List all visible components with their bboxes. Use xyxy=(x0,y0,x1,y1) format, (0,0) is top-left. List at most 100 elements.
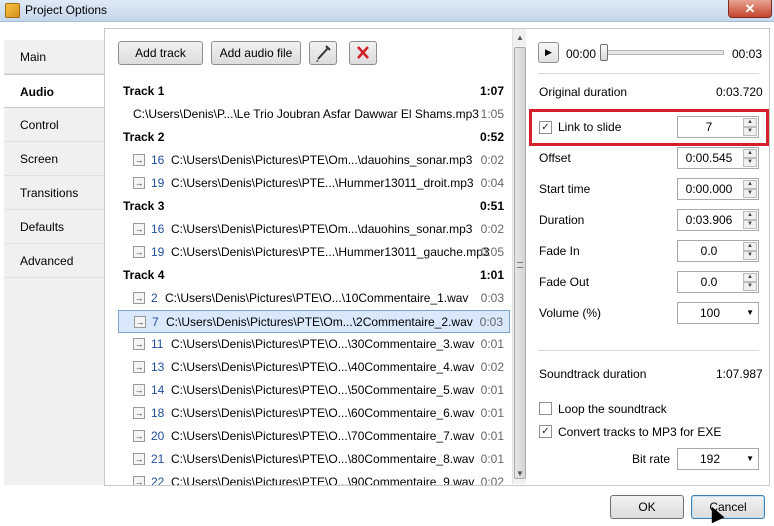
link-to-slide-checkbox[interactable]: ✓ xyxy=(539,121,552,134)
tab-control[interactable]: Control xyxy=(4,108,104,142)
cancel-button[interactable]: Cancel xyxy=(691,495,765,519)
spin-down-icon[interactable]: ▼ xyxy=(743,251,757,260)
bit-rate-label: Bit rate xyxy=(632,452,671,466)
fade-out-label: Fade Out xyxy=(539,275,590,289)
list-scrollbar[interactable]: ▲ ▼ xyxy=(512,29,526,484)
tab-defaults[interactable]: Defaults xyxy=(4,210,104,244)
volume-select[interactable]: 100 ▼ xyxy=(677,302,759,324)
file-duration: 0:01 xyxy=(480,429,504,443)
scroll-down-icon[interactable]: ▼ xyxy=(514,467,526,481)
slide-number: 19 xyxy=(151,176,165,190)
divider xyxy=(538,73,759,74)
scroll-thumb[interactable] xyxy=(514,47,526,479)
fade-in-input[interactable]: 0.0 ▲ ▼ xyxy=(677,240,759,262)
file-path: C:\Users\Denis\Pictures\PTE\Om...\2Comme… xyxy=(166,315,473,329)
close-button[interactable]: ✕ xyxy=(728,0,772,18)
slide-number: 7 xyxy=(152,315,159,329)
track-duration: 1:01 xyxy=(479,268,504,282)
edit-button[interactable] xyxy=(309,41,337,65)
seek-track[interactable] xyxy=(604,50,724,55)
slide-number: 13 xyxy=(151,360,165,374)
list-item[interactable]: → 2 C:\Users\Denis\Pictures\PTE\O...\10C… xyxy=(118,287,510,310)
file-path: C:\Users\Denis\Pictures\PTE...\Hummer130… xyxy=(171,245,490,259)
track-name: Track 3 xyxy=(123,199,165,213)
list-item[interactable]: → 16 C:\Users\Denis\Pictures\PTE\Om...\d… xyxy=(118,149,510,172)
spin-down-icon[interactable]: ▼ xyxy=(743,282,757,291)
add-track-button[interactable]: Add track xyxy=(118,41,203,65)
arrow-right-icon: → xyxy=(133,476,145,485)
slide-number: 2 xyxy=(151,291,158,305)
link-slide-input[interactable]: 7 ▲ ▼ xyxy=(677,116,759,138)
list-item[interactable]: → 19 C:\Users\Denis\Pictures\PTE...\Humm… xyxy=(118,172,510,195)
list-item[interactable]: C:\Users\Denis\P...\Le Trio Joubran Asfa… xyxy=(118,103,510,126)
track-header[interactable]: Track 1 1:07 xyxy=(118,80,510,103)
start-time-input[interactable]: 0:00.000 ▲ ▼ xyxy=(677,178,759,200)
track-header[interactable]: Track 2 0:52 xyxy=(118,126,510,149)
list-item[interactable]: → 16 C:\Users\Denis\Pictures\PTE\Om...\d… xyxy=(118,218,510,241)
file-duration: 0:05 xyxy=(480,245,504,259)
file-path: C:\Users\Denis\P...\Le Trio Joubran Asfa… xyxy=(133,107,479,121)
track-header[interactable]: Track 3 0:51 xyxy=(118,195,510,218)
loop-soundtrack-checkbox[interactable] xyxy=(539,402,552,415)
list-item[interactable]: → 14 C:\Users\Denis\Pictures\PTE\O...\50… xyxy=(118,379,510,402)
file-duration: 1:05 xyxy=(480,107,504,121)
arrow-right-icon: → xyxy=(133,177,145,189)
volume-label: Volume (%) xyxy=(539,306,602,320)
list-item[interactable]: → 22 C:\Users\Denis\Pictures\PTE\O...\90… xyxy=(118,471,510,485)
window-title: Project Options xyxy=(25,3,108,17)
file-duration: 0:04 xyxy=(480,176,504,190)
ok-button[interactable]: OK xyxy=(610,495,684,519)
tab-advanced[interactable]: Advanced xyxy=(4,244,104,278)
tab-transitions[interactable]: Transitions xyxy=(4,176,104,210)
slide-number: 22 xyxy=(151,475,165,485)
scroll-up-icon[interactable]: ▲ xyxy=(514,31,526,45)
play-button[interactable]: ▶ xyxy=(538,42,559,63)
soundtrack-duration-label: Soundtrack duration xyxy=(539,367,647,381)
duration-input[interactable]: 0:03.906 ▲ ▼ xyxy=(677,209,759,231)
spin-up-icon[interactable]: ▲ xyxy=(743,211,757,220)
spin-up-icon[interactable]: ▲ xyxy=(743,180,757,189)
convert-mp3-checkbox[interactable]: ✓ xyxy=(539,425,552,438)
file-path: C:\Users\Denis\Pictures\PTE\O...\10Comme… xyxy=(165,291,469,305)
spin-up-icon[interactable]: ▲ xyxy=(743,118,757,127)
spin-up-icon[interactable]: ▲ xyxy=(743,149,757,158)
spin-down-icon[interactable]: ▼ xyxy=(743,220,757,229)
list-item[interactable]: → 19 C:\Users\Denis\Pictures\PTE...\Humm… xyxy=(118,241,510,264)
seek-thumb[interactable] xyxy=(600,44,608,61)
spin-up-icon[interactable]: ▲ xyxy=(743,242,757,251)
pencil-icon xyxy=(316,45,331,62)
slide-number: 16 xyxy=(151,153,165,167)
original-duration-value: 0:03.720 xyxy=(716,85,763,99)
spin-down-icon[interactable]: ▼ xyxy=(743,127,757,136)
slide-number: 20 xyxy=(151,429,165,443)
list-item[interactable]: → 21 C:\Users\Denis\Pictures\PTE\O...\80… xyxy=(118,448,510,471)
track-header[interactable]: Track 4 1:01 xyxy=(118,264,510,287)
chevron-down-icon: ▼ xyxy=(746,308,754,317)
tab-main[interactable]: Main xyxy=(4,40,104,74)
fade-out-value: 0.0 xyxy=(700,275,718,289)
play-icon: ▶ xyxy=(545,47,552,57)
add-audio-file-button[interactable]: Add audio file xyxy=(211,41,301,65)
soundtrack-duration-value: 1:07.987 xyxy=(716,367,763,381)
list-item[interactable]: → 20 C:\Users\Denis\Pictures\PTE\O...\70… xyxy=(118,425,510,448)
spin-up-icon[interactable]: ▲ xyxy=(743,273,757,282)
delete-button[interactable] xyxy=(349,41,377,65)
fade-out-input[interactable]: 0.0 ▲ ▼ xyxy=(677,271,759,293)
bit-rate-select[interactable]: 192 ▼ xyxy=(677,448,759,470)
end-time: 00:03 xyxy=(732,47,763,61)
offset-input[interactable]: 0:00.545 ▲ ▼ xyxy=(677,147,759,169)
arrow-right-icon: → xyxy=(133,246,145,258)
file-path: C:\Users\Denis\Pictures\PTE\O...\50Comme… xyxy=(171,383,475,397)
tab-screen[interactable]: Screen xyxy=(4,142,104,176)
file-path: C:\Users\Denis\Pictures\PTE\O...\90Comme… xyxy=(171,475,475,485)
app-icon xyxy=(5,3,20,18)
spin-down-icon[interactable]: ▼ xyxy=(743,189,757,198)
arrow-right-icon: → xyxy=(134,316,146,328)
list-item[interactable]: → 13 C:\Users\Denis\Pictures\PTE\O...\40… xyxy=(118,356,510,379)
list-item[interactable]: → 18 C:\Users\Denis\Pictures\PTE\O...\60… xyxy=(118,402,510,425)
tab-audio[interactable]: Audio xyxy=(4,74,105,108)
list-item[interactable]: → 11 C:\Users\Denis\Pictures\PTE\O...\30… xyxy=(118,333,510,356)
list-item-selected[interactable]: → 7 C:\Users\Denis\Pictures\PTE\Om...\2C… xyxy=(118,310,510,333)
spin-down-icon[interactable]: ▼ xyxy=(743,158,757,167)
track-name: Track 4 xyxy=(123,268,165,282)
